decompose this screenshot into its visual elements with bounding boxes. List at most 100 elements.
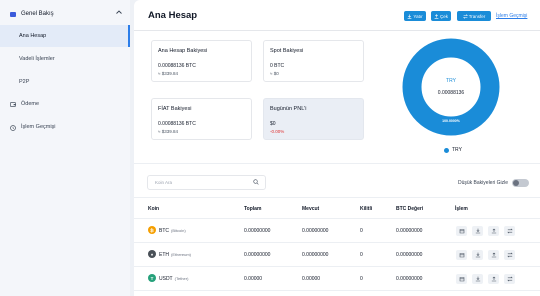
upload-icon [491,276,496,282]
download-icon [475,252,480,258]
table-row: ₿ BTC (Bitcoin) 0.00000000 0.00000000 0 0.0000… [134,219,540,243]
row-action-deposit-button[interactable] [456,274,467,284]
sidebar-item-label: Vadeli İşlemler [19,56,55,62]
coin-icon: ♦ [148,250,156,258]
card-subvalue: -0.00% [270,129,285,134]
column-header-locked: Kilitli [360,206,373,212]
sidebar-item-label: Ana Hesap [19,33,47,39]
column-header-available: Mevcut [302,206,320,212]
column-header-action: İşlem [455,206,468,212]
coin-symbol: USDT [159,276,173,282]
spot-balance-card: Spot Bakiyesi 0 BTC ≈ $0 [263,40,364,82]
sidebar-group-label: Genel Bakış [21,11,54,17]
coin-symbol-cell: ETH (Ethereum) [159,252,191,258]
row-action-download-button[interactable] [472,274,483,284]
available-cell: 0.00000000 [302,252,329,258]
daily-pnl-card: Bugünün PNL'i $0 -0.00% [263,98,364,140]
btc-value-cell: 0.00000000 [396,276,423,282]
available-cell: 0.00000000 [302,228,329,234]
sidebar-group-overview[interactable]: Genel Bakış [0,5,130,23]
coin-search-input[interactable]: Koin Ara [147,175,266,190]
coin-icon: T [148,274,156,282]
chevron-up-icon[interactable] [116,10,122,16]
sidebar-item-label: Ödeme [21,101,40,107]
available-cell: 0.00000 [302,276,321,282]
legend-dot [444,147,449,153]
withdraw-label: Çek [439,13,448,19]
deposit-button[interactable]: Yatır [404,11,426,21]
transfer-icon [506,252,513,258]
coin-name: (Bitcoin) [171,228,186,233]
card-subvalue: ≈ $339.84 [158,71,178,76]
toggle-knob [513,180,519,186]
search-placeholder: Koin Ara [155,180,173,185]
total-cell: 0.00000000 [244,252,271,258]
header-divider [134,30,540,31]
upload-icon [491,228,496,234]
card-title: Ana Hesap Bakiyesi [158,48,208,54]
fiat-balance-card: FİAT Bakiyesi 0.00088136 BTC ≈ $339.84 [151,98,252,140]
card-value: 0.00088136 BTC [158,63,196,69]
sidebar-item-p2p[interactable]: P2P [0,71,130,93]
download-icon [475,276,480,282]
transfer-label: Transfer [468,13,486,19]
card-value: $0 [270,121,276,127]
locked-cell: 0 [360,276,363,282]
deposit-label: Yatır [413,13,423,19]
row-action-transfer-button[interactable] [504,226,515,236]
coin-symbol-cell: USDT (Tether) [159,276,188,282]
row-action-upload-button[interactable] [488,250,499,260]
sidebar-item-main-account[interactable]: Ana Hesap [0,25,130,47]
locked-cell: 0 [360,228,363,234]
coin-symbol: ETH [159,252,169,258]
donut-slice-label: 100.0000% [442,119,460,123]
row-action-transfer-button[interactable] [504,250,515,260]
history-icon [10,124,16,131]
deposit-icon [459,229,464,234]
section-divider [134,163,540,164]
btc-value-cell: 0.00000000 [396,252,423,258]
row-action-upload-button[interactable] [488,226,499,236]
upload-icon [491,252,496,258]
sidebar-item-history[interactable]: İşlem Geçmişi [0,116,130,138]
page-title: Ana Hesap [148,10,198,21]
deposit-icon [459,253,464,258]
card-value: 0.00088136 BTC [158,121,196,127]
row-action-download-button[interactable] [472,250,483,260]
wallet-icon [10,101,16,107]
donut-slice-try[interactable] [402,38,500,136]
sidebar-item-futures[interactable]: Vadeli İşlemler [0,48,130,70]
deposit-icon [459,277,464,282]
withdraw-button[interactable]: Çek [431,11,451,21]
sidebar-item-label: P2P [19,79,30,85]
hide-small-balances-toggle[interactable] [512,179,529,187]
donut-center-value: 0.00088136 [437,90,465,96]
table-row: T USDT (Tether) 0.00000 0.00000 0 0.00000000 [134,267,540,291]
row-action-deposit-button[interactable] [456,226,467,236]
card-title: Bugünün PNL'i [270,106,307,112]
row-action-deposit-button[interactable] [456,250,467,260]
sidebar: Genel Bakış Ana Hesap Vadeli İşlemler P2… [0,0,130,296]
column-header-btc-value: BTC Değeri [396,206,424,212]
row-action-upload-button[interactable] [488,274,499,284]
row-action-transfer-button[interactable] [504,274,515,284]
chart-legend[interactable]: TRY [444,147,462,153]
coin-symbol: BTC [159,228,169,234]
transfer-button[interactable]: Transfer [457,11,491,21]
row-action-download-button[interactable] [472,226,483,236]
card-subvalue: ≈ $0 [270,71,279,76]
download-icon [408,14,412,19]
transfer-icon [506,276,513,282]
dashboard-icon [10,11,16,17]
column-header-total: Toplam [244,206,262,212]
asset-donut-chart: TRY 0.00088136 100.0000% [402,38,500,136]
card-title: Spot Bakiyesi [270,48,304,54]
search-icon[interactable] [253,179,259,185]
card-title: FİAT Bakiyesi [158,106,192,112]
sidebar-item-payment[interactable]: Ödeme [0,93,130,115]
table-header: Koin Toplam Mevcut Kilitli BTC Değeri İş… [134,197,540,219]
legend-label: TRY [452,147,462,153]
coin-icon: ₿ [148,226,156,234]
transaction-history-link[interactable]: İşlem Geçmişi [496,13,527,19]
column-header-coin: Koin [148,206,160,212]
